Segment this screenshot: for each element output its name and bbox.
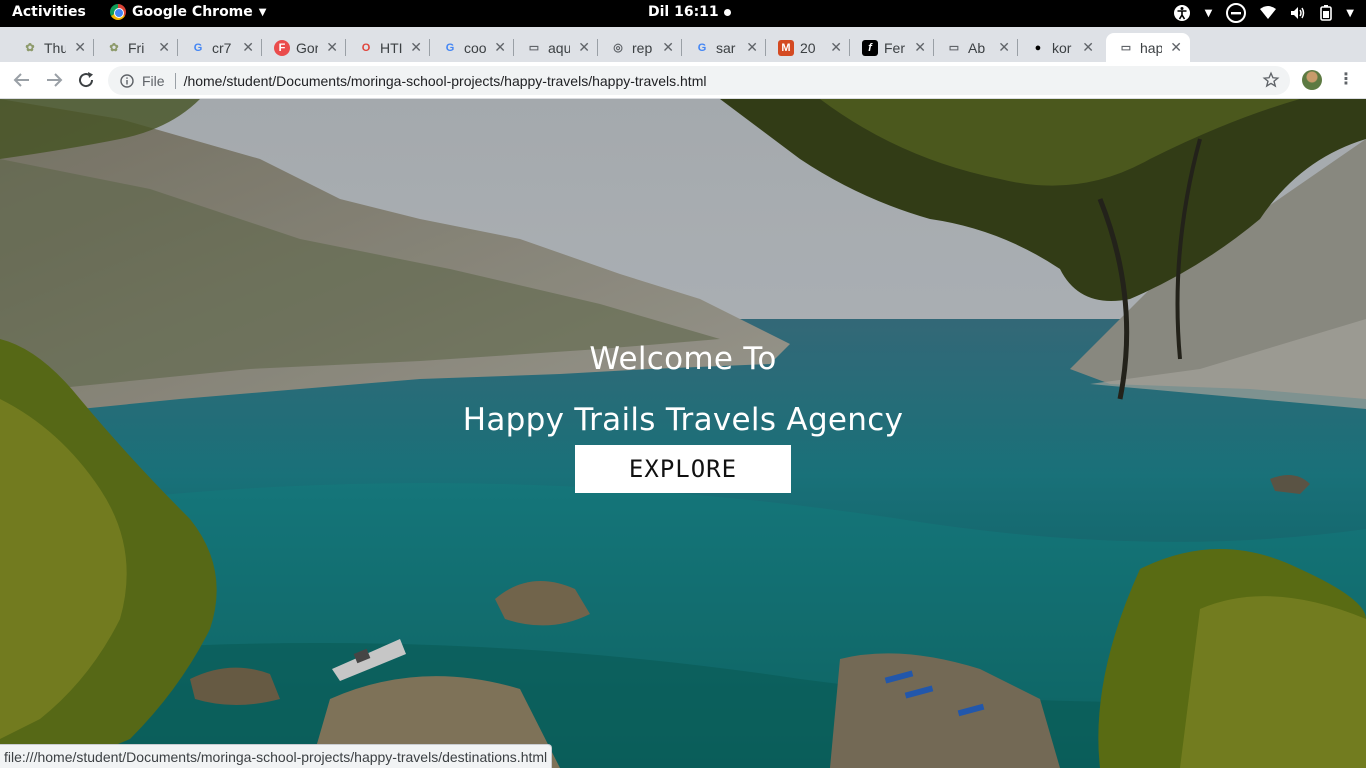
m-badge-icon: M xyxy=(778,39,794,56)
document-icon: ▭ xyxy=(948,42,960,54)
scheme-label: File xyxy=(142,72,165,89)
clock[interactable]: Dil 16:11 xyxy=(648,4,731,20)
close-tab-icon[interactable]: ✕ xyxy=(494,39,506,56)
tab-14[interactable]: ▭ hap ✕ xyxy=(1106,33,1190,62)
notification-dot-icon xyxy=(723,8,731,16)
close-tab-icon[interactable]: ✕ xyxy=(242,39,254,56)
page-viewport: Welcome To Happy Trails Travels Agency E… xyxy=(0,99,1366,768)
info-icon[interactable] xyxy=(120,73,134,88)
tab-title: 20 xyxy=(800,39,816,56)
tab-8[interactable]: ◎ rep ✕ xyxy=(598,33,682,62)
tab-3[interactable]: Gcr7 ✕ xyxy=(178,33,262,62)
url-text[interactable]: /home/student/Documents/moringa-school-p… xyxy=(184,73,707,89)
do-not-disturb-icon[interactable] xyxy=(1226,3,1247,23)
accessibility-icon[interactable] xyxy=(1173,4,1191,22)
tab-strip: ✿ Thu ✕ ✿ Fri ✕ Gcr7 ✕ F Gor ✕ O HTI ✕ Gcoo ✕ ▭ aqu ✕ ◎ rep ✕… xyxy=(0,27,1366,84)
clock-label: Dil 16:11 xyxy=(648,4,719,20)
close-tab-icon[interactable]: ✕ xyxy=(410,39,422,56)
document-icon: ▭ xyxy=(528,42,540,54)
back-arrow-icon[interactable] xyxy=(10,68,34,92)
tab-5[interactable]: O HTI ✕ xyxy=(346,33,430,62)
omnibox-divider xyxy=(174,72,176,89)
close-tab-icon[interactable]: ✕ xyxy=(1082,39,1094,56)
opera-ring-icon: O xyxy=(361,41,371,54)
tab-10[interactable]: M 20 ✕ xyxy=(766,33,850,62)
explore-button[interactable]: EXPLORE xyxy=(575,445,791,493)
wifi-icon[interactable] xyxy=(1260,6,1277,20)
close-tab-icon[interactable]: ✕ xyxy=(830,39,842,56)
profile-avatar[interactable] xyxy=(1302,70,1322,90)
hero-content: Welcome To Happy Trails Travels Agency E… xyxy=(0,331,1366,493)
close-tab-icon[interactable]: ✕ xyxy=(1170,39,1182,56)
tab-title: Ab xyxy=(968,39,986,56)
activities-button[interactable]: Activities xyxy=(12,4,86,20)
close-tab-icon[interactable]: ✕ xyxy=(662,39,674,56)
tab-13[interactable]: ● kor ✕ xyxy=(1018,33,1102,62)
tab-title: cr7 xyxy=(212,39,232,56)
status-bubble: file:///home/student/Documents/moringa-s… xyxy=(0,744,553,768)
tab-title: Gor xyxy=(296,39,318,56)
close-tab-icon[interactable]: ✕ xyxy=(998,39,1010,56)
more-menu-icon[interactable]: ⋮ xyxy=(1338,69,1354,88)
tab-1[interactable]: ✿ Thu ✕ xyxy=(10,33,94,62)
chevron-down-icon: ▼ xyxy=(258,6,267,18)
close-tab-icon[interactable]: ✕ xyxy=(158,39,170,56)
tab-6[interactable]: Gcoo ✕ xyxy=(430,33,514,62)
github-icon: ● xyxy=(1034,41,1042,54)
chevron-down-icon[interactable]: ▼ xyxy=(1205,8,1213,19)
tab-title: kor xyxy=(1052,39,1072,56)
close-tab-icon[interactable]: ✕ xyxy=(74,39,86,56)
tab-title: Thu xyxy=(44,39,66,56)
google-icon: G xyxy=(193,41,203,54)
tab-title: rep xyxy=(632,39,653,56)
f-italic-icon: f xyxy=(862,39,878,56)
app-menu[interactable]: Google Chrome ▼ xyxy=(110,4,266,20)
chevron-down-icon[interactable]: ▼ xyxy=(1346,8,1354,19)
tab-12[interactable]: ▭ Ab ✕ xyxy=(934,33,1018,62)
close-tab-icon[interactable]: ✕ xyxy=(914,39,926,56)
tab-title: aqu xyxy=(548,39,570,56)
bookmark-star-icon[interactable] xyxy=(1262,71,1280,92)
document-icon: ▭ xyxy=(1120,42,1132,54)
tab-2[interactable]: ✿ Fri ✕ xyxy=(94,33,178,62)
system-tray[interactable]: ▼ ▼ xyxy=(1173,3,1354,23)
tab-title: HTI xyxy=(380,39,402,56)
tab-title: sar xyxy=(716,39,736,56)
tab-title: Fer xyxy=(884,39,905,56)
tab-title: coo xyxy=(464,39,486,56)
close-tab-icon[interactable]: ✕ xyxy=(578,39,590,56)
reload-icon[interactable] xyxy=(74,68,98,92)
tab-9[interactable]: Gsar ✕ xyxy=(682,33,766,62)
tab-4[interactable]: F Gor ✕ xyxy=(262,33,346,62)
tab-title: Fri xyxy=(128,39,145,56)
tree-icon: ✿ xyxy=(109,42,119,54)
chrome-logo-icon xyxy=(110,4,126,20)
tree-icon: ✿ xyxy=(25,42,35,54)
f-badge-icon: F xyxy=(274,39,290,56)
address-bar[interactable]: File /home/student/Documents/moringa-sch… xyxy=(108,66,1290,95)
tab-7[interactable]: ▭ aqu ✕ xyxy=(514,33,598,62)
tab-title: hap xyxy=(1140,39,1162,56)
close-tab-icon[interactable]: ✕ xyxy=(746,39,758,56)
system-top-bar: Activities Google Chrome ▼ Dil 16:11 ▼ ▼ xyxy=(0,0,1366,27)
google-icon: G xyxy=(445,41,455,54)
battery-icon[interactable] xyxy=(1320,5,1333,21)
forward-arrow-icon[interactable] xyxy=(42,68,66,92)
browser-toolbar: File /home/student/Documents/moringa-sch… xyxy=(0,62,1366,99)
google-icon: G xyxy=(697,41,707,54)
hero-title-agency: Happy Trails Travels Agency xyxy=(462,402,904,438)
volume-icon[interactable] xyxy=(1290,6,1306,20)
close-tab-icon[interactable]: ✕ xyxy=(326,39,338,56)
app-menu-label: Google Chrome xyxy=(132,4,253,20)
hero-title-welcome: Welcome To xyxy=(589,341,777,377)
tab-11[interactable]: f Fer ✕ xyxy=(850,33,934,62)
spiral-icon: ◎ xyxy=(613,42,623,54)
